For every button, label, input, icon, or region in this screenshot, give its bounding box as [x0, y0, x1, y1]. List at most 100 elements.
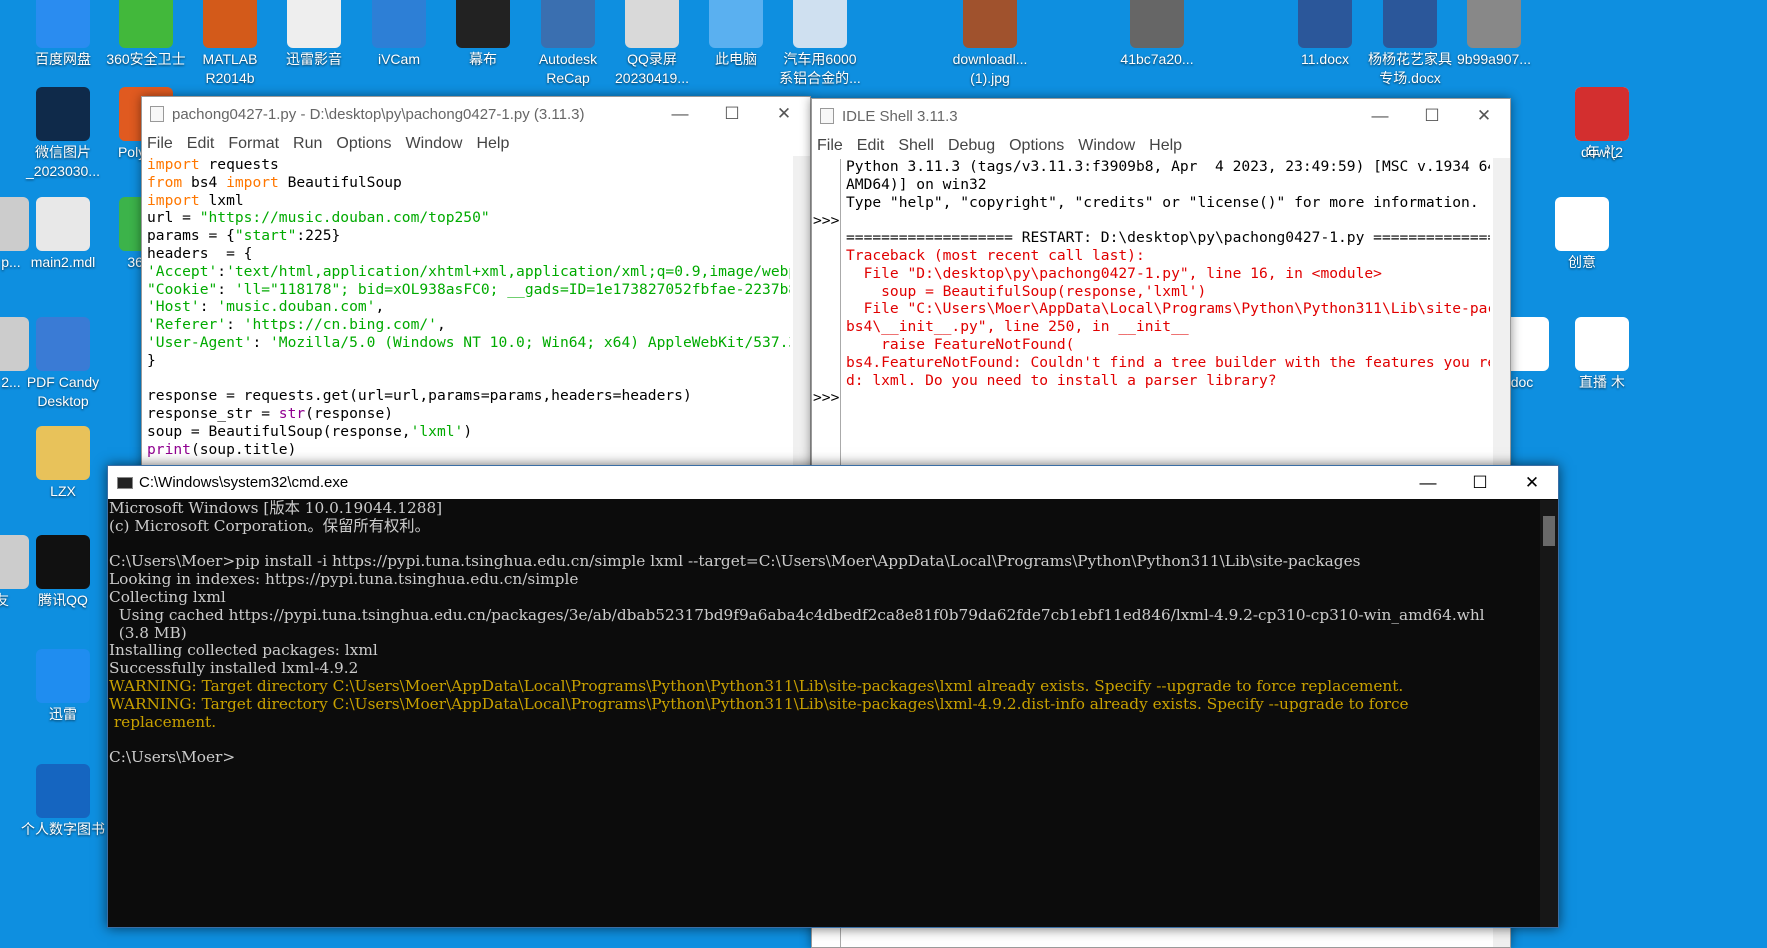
desktop-icon[interactable]: downloadl... (1).jpg [948, 0, 1032, 88]
shell-prompt-1: >>> [813, 212, 840, 229]
shell-prompt-2: >>> [813, 389, 840, 406]
desktop-icon[interactable]: 直播 木 [1560, 317, 1644, 392]
cmd-scrollbar[interactable] [1540, 500, 1558, 927]
editor-menu-format[interactable]: Format [228, 135, 279, 153]
desktop-icon[interactable]: 式 p... [0, 197, 44, 272]
editor-menu-file[interactable]: File [147, 135, 173, 153]
shell-line: Traceback (most recent call last): [846, 246, 1145, 264]
cmd-line: Successfully installed lxml-4.9.2 [109, 659, 359, 678]
cmd-line: WARNING: Target directory C:\Users\Moer\… [109, 676, 1404, 695]
minimize-button[interactable]: — [654, 97, 706, 131]
cmd-line: Using cached https://pypi.tuna.tsinghua.… [109, 605, 1485, 624]
cmd-window[interactable]: C:\Windows\system32\cmd.exe — ☐ ✕ Micros… [107, 465, 1559, 928]
shell-line: d: lxml. Do you need to install a parser… [846, 371, 1277, 389]
desktop-icon[interactable]: 41bc7a20... [1115, 0, 1199, 69]
editor-menu-options[interactable]: Options [336, 135, 391, 153]
desktop-icon[interactable]: 幕布 [441, 0, 525, 69]
shell-menu-options[interactable]: Options [1009, 137, 1064, 155]
editor-menu-run[interactable]: Run [293, 135, 322, 153]
desktop-icon[interactable]: 此电脑 [694, 0, 778, 69]
desktop-icon-image [36, 197, 90, 251]
desktop-icon-image [36, 0, 90, 48]
cmd-line: Looking in indexes: https://pypi.tuna.ts… [109, 570, 579, 589]
cmd-scroll-thumb[interactable] [1543, 516, 1555, 546]
desktop-icon[interactable]: 创意 [1540, 197, 1624, 272]
code-line: 'Host': 'music.douban.com', [147, 298, 385, 316]
desktop-icon[interactable]: LZX [21, 426, 105, 501]
editor-menu-edit[interactable]: Edit [187, 135, 215, 153]
desktop-icon[interactable]: 件 2... [0, 317, 44, 392]
cmd-line: (3.8 MB) [109, 623, 187, 642]
python-shell-icon [820, 108, 834, 124]
editor-menu-window[interactable]: Window [406, 135, 463, 153]
desktop-icon[interactable]: 11.docx [1283, 0, 1367, 69]
code-line: params = {"start":225} [147, 227, 341, 245]
code-line: from bs4 import BeautifulSoup [147, 173, 402, 191]
shell-menu-file[interactable]: File [817, 137, 843, 155]
desktop-icon[interactable]: 迅雷 [21, 649, 105, 724]
desktop-icon-label: 41bc7a20... [1120, 51, 1194, 67]
shell-line: raise FeatureNotFound( [846, 335, 1075, 353]
code-line: response = requests.get(url=url,params=p… [147, 387, 692, 405]
code-line: } [147, 351, 156, 369]
desktop-icon-label: QQ录屏 20230419... [615, 51, 689, 86]
desktop-icon[interactable]: 微信图片 _2023030... [21, 87, 105, 181]
desktop-icon[interactable]: 汽车用6000系铝合金的... [778, 0, 862, 88]
shell-menu-edit[interactable]: Edit [857, 137, 885, 155]
desktop-icon-label: 杨杨花艺家具 专场.docx [1368, 51, 1452, 86]
desktop-icon-label: 年 礼 [1586, 144, 1618, 160]
desktop-icon[interactable]: 9b99a907... [1452, 0, 1536, 69]
cmd-line: WARNING: Target directory C:\Users\Moer\… [109, 694, 1409, 713]
desktop-icon-image [0, 197, 29, 251]
shell-menu-debug[interactable]: Debug [948, 137, 995, 155]
shell-titlebar[interactable]: IDLE Shell 3.11.3 — ☐ ✕ [812, 99, 1510, 133]
desktop-icon[interactable]: QQ录屏 20230419... [610, 0, 694, 88]
desktop-icon-image [0, 317, 29, 371]
desktop-icon-image [1575, 317, 1629, 371]
desktop-icon-image [372, 0, 426, 48]
cmd-titlebar[interactable]: C:\Windows\system32\cmd.exe — ☐ ✕ [108, 466, 1558, 499]
desktop-icon-image [1555, 197, 1609, 251]
idle-editor-window[interactable]: pachong0427-1.py - D:\desktop\py\pachong… [141, 96, 811, 526]
close-button[interactable]: ✕ [758, 97, 810, 131]
desktop-icon-label: 迅雷影音 [286, 51, 342, 67]
shell-menu-help[interactable]: Help [1149, 137, 1182, 155]
desktop-icon-image [1130, 0, 1184, 48]
desktop-icon[interactable]: 个人数字图书 [21, 764, 105, 839]
desktop-icon[interactable]: iVCam [357, 0, 441, 69]
desktop-icon[interactable]: Autodesk ReCap [526, 0, 610, 88]
desktop-icon-label: 此电脑 [715, 51, 757, 67]
code-line: import requests [147, 156, 279, 173]
desktop-icon[interactable]: 百度网盘 [21, 0, 105, 69]
desktop-icon[interactable]: 360安全卫士 [104, 0, 188, 69]
desktop-icon-label: 友 [0, 592, 9, 608]
shell-title: IDLE Shell 3.11.3 [842, 107, 958, 125]
desktop-icon[interactable]: MATLAB R2014b [188, 0, 272, 88]
cmd-console-output[interactable]: Microsoft Windows [版本 10.0.19044.1288] (c… [108, 500, 1540, 927]
editor-menu-help[interactable]: Help [476, 135, 509, 153]
shell-line: File "C:\Users\Moer\AppData\Local\Progra… [846, 300, 1490, 318]
desktop-icon[interactable]: 友 [0, 535, 44, 610]
shell-line: soup = BeautifulSoup(response,'lxml') [846, 282, 1207, 300]
desktop-icon-image [1383, 0, 1437, 48]
minimize-button[interactable]: — [1354, 99, 1406, 133]
desktop-icon-label: iVCam [377, 51, 420, 67]
desktop-icon[interactable]: 迅雷影音 [272, 0, 356, 69]
minimize-button[interactable]: — [1402, 466, 1454, 500]
close-button[interactable]: ✕ [1506, 466, 1558, 500]
close-button[interactable]: ✕ [1458, 99, 1510, 133]
maximize-button[interactable]: ☐ [1406, 99, 1458, 133]
shell-menu-window[interactable]: Window [1078, 137, 1135, 155]
desktop-icon-label: 9b99a907... [1457, 51, 1531, 67]
maximize-button[interactable]: ☐ [706, 97, 758, 131]
shell-menu-shell[interactable]: Shell [898, 137, 934, 155]
editor-titlebar[interactable]: pachong0427-1.py - D:\desktop\py\pachong… [142, 97, 810, 131]
desktop-icon-label: 百度网盘 [35, 51, 91, 67]
desktop-icon[interactable]: 杨杨花艺家具 专场.docx [1368, 0, 1452, 88]
cmd-line [109, 536, 1540, 554]
maximize-button[interactable]: ☐ [1454, 466, 1506, 500]
desktop-icon-image [0, 535, 29, 589]
desktop-icon[interactable]: 年 礼 [1560, 87, 1644, 162]
